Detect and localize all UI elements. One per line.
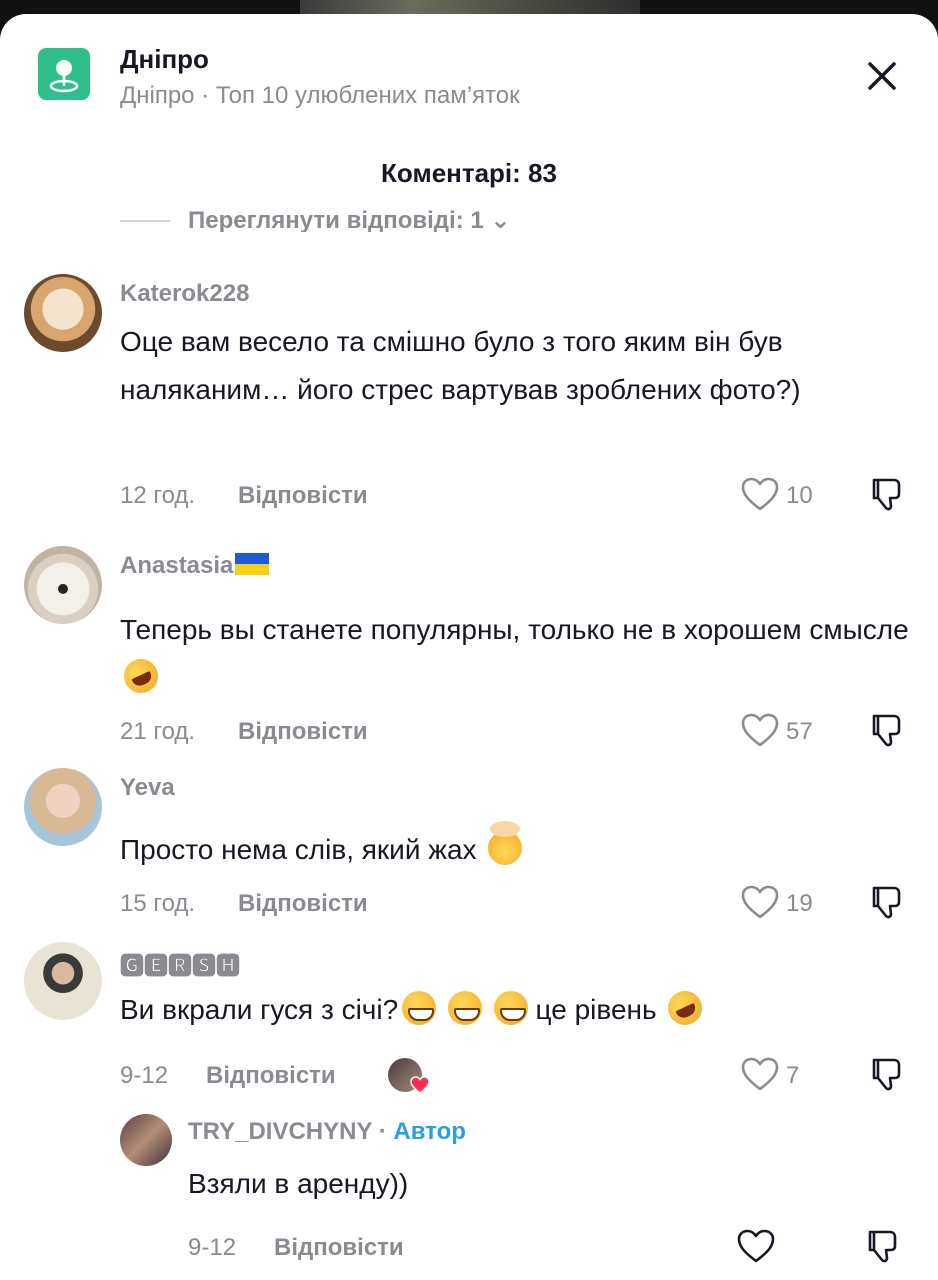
reply-text: Взяли в аренду))	[188, 1168, 409, 1199]
rofl-emoji-icon	[662, 985, 708, 1031]
ukraine-flag-icon	[235, 553, 270, 575]
location-pin-icon	[38, 48, 90, 100]
heart-icon[interactable]	[740, 712, 780, 748]
like-count: 57	[786, 718, 813, 745]
grin-emoji-icon	[402, 991, 437, 1025]
chevron-down-icon: ⌄	[490, 207, 511, 232]
close-icon[interactable]	[858, 52, 906, 100]
comment-username[interactable]: Anastasia	[120, 552, 270, 580]
avatar[interactable]	[24, 942, 102, 1020]
comment-username[interactable]: 🅶🅴🆁🆂🅷	[120, 946, 240, 981]
comment-text: Ви вкрали гуся з січі? це рівень	[120, 985, 910, 1034]
avatar[interactable]	[24, 768, 102, 846]
comment-time: 15 год.	[120, 890, 196, 917]
comment-text: Теперь вы станете популярны, только не в…	[118, 606, 910, 702]
place-title: Дніпро	[120, 44, 209, 74]
author-badge: Автор	[393, 1118, 466, 1145]
comment-time: 9-12	[120, 1062, 169, 1089]
reply-button[interactable]: Відповісти	[238, 482, 368, 510]
reply-username[interactable]: TRY_DIVCHYNY · Автор	[188, 1118, 466, 1146]
comment-time: 21 год.	[120, 718, 196, 745]
dislike-icon[interactable]	[866, 1054, 906, 1094]
comment-username[interactable]: Yeva	[120, 774, 175, 802]
comments-sheet: Дніпро Дніпро · Топ 10 улюблених пам’ято…	[0, 14, 938, 1280]
grin-emoji-icon	[493, 991, 528, 1025]
view-replies-button[interactable]: Переглянути відповіді: 1 ⌄	[120, 206, 720, 232]
like-count: 19	[786, 890, 813, 917]
comment-text: Оце вам весело та смішно було з того яки…	[120, 326, 801, 405]
creator-liked-heart-icon	[410, 1076, 430, 1094]
reply-button[interactable]: Відповісти	[238, 890, 368, 918]
grin-emoji-icon	[447, 991, 482, 1025]
dislike-icon[interactable]	[866, 882, 906, 922]
comment-time: 12 год.	[120, 482, 196, 509]
heart-icon[interactable]	[740, 476, 780, 512]
like-count: 7	[786, 1062, 800, 1089]
view-replies-label: Переглянути відповіді: 1 ⌄	[188, 207, 511, 232]
heart-icon[interactable]	[740, 1056, 780, 1092]
like-count: 10	[786, 482, 813, 509]
heart-icon[interactable]	[740, 884, 780, 920]
divider	[120, 220, 170, 222]
video-thumbnail	[300, 0, 640, 14]
avatar[interactable]	[24, 546, 102, 624]
comments-count: Коментарі: 83	[381, 158, 557, 188]
dislike-icon[interactable]	[866, 710, 906, 750]
comment-username[interactable]: Katerok228	[120, 280, 249, 308]
heart-icon[interactable]	[736, 1228, 776, 1264]
comment-text: Просто нема слів, який жах	[120, 821, 910, 874]
dislike-icon[interactable]	[862, 1226, 902, 1266]
reply-button[interactable]: Відповісти	[274, 1234, 404, 1262]
dislike-icon[interactable]	[866, 474, 906, 514]
avatar[interactable]	[24, 274, 102, 352]
place-header[interactable]: Дніпро Дніпро · Топ 10 улюблених пам’ято…	[0, 14, 938, 124]
reply-time: 9-12	[188, 1234, 237, 1261]
reply-button[interactable]: Відповісти	[238, 718, 368, 746]
rofl-emoji-icon	[118, 653, 164, 699]
place-subtitle: Дніпро · Топ 10 улюблених пам’яток	[120, 82, 520, 109]
mind-blown-emoji-icon	[488, 821, 523, 865]
reply-button[interactable]: Відповісти	[206, 1062, 336, 1090]
avatar[interactable]	[120, 1114, 172, 1166]
